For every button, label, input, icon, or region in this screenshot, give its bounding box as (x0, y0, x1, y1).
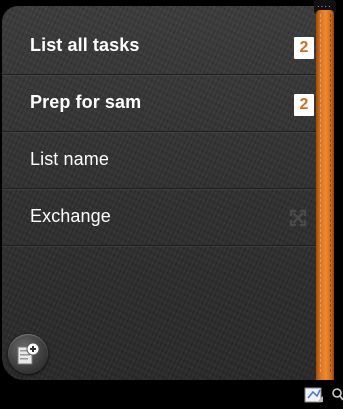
add-list-icon (17, 342, 40, 365)
add-list-button[interactable] (8, 334, 48, 374)
list-item-list-name[interactable]: List name (2, 132, 320, 189)
sync-icon (289, 209, 307, 227)
list-item-label: Exchange (30, 206, 111, 226)
status-bar-icons (304, 384, 343, 409)
ribbon-stitching (320, 14, 331, 372)
bookmark-ribbon (316, 10, 334, 380)
lists-panel: List all tasks 2 Prep for sam 2 List nam… (2, 6, 332, 380)
task-lists: List all tasks 2 Prep for sam 2 List nam… (2, 18, 320, 246)
list-item-exchange[interactable]: Exchange (2, 189, 320, 246)
list-item-prep-for-sam[interactable]: Prep for sam 2 (2, 75, 320, 132)
note-icon[interactable] (304, 386, 324, 404)
task-count-badge: 2 (294, 94, 314, 116)
search-icon[interactable] (332, 388, 343, 402)
list-item-label: List name (30, 149, 109, 169)
list-item-all-tasks[interactable]: List all tasks 2 (2, 18, 320, 75)
list-item-label: List all tasks (30, 35, 140, 55)
task-count-badge: 2 (294, 37, 314, 59)
list-item-label: Prep for sam (30, 92, 142, 112)
